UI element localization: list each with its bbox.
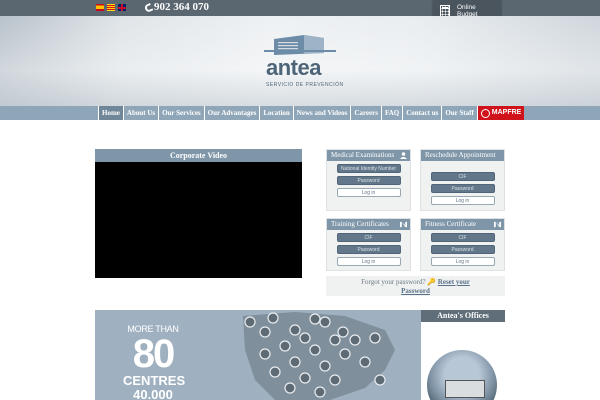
phone-icon [143, 2, 154, 14]
map-centres-label: CENTRES [123, 373, 186, 388]
nav-careers[interactable]: Careers [350, 106, 381, 120]
password-field[interactable]: Password [336, 245, 401, 254]
national-id-field[interactable]: National Identity Number [336, 164, 401, 173]
password-field[interactable]: Password [336, 176, 401, 185]
cif-field[interactable]: CIF [336, 233, 401, 242]
nav-home[interactable]: Home [98, 106, 123, 120]
centres-map[interactable]: MORE THAN 80 CENTRES 40.000 [95, 310, 421, 400]
mapfre-logo-icon [480, 108, 490, 118]
nav-location[interactable]: Location [259, 106, 292, 120]
certificate-icon [400, 221, 407, 228]
nav-our-services[interactable]: Our Services [158, 106, 204, 120]
uk-flag-icon[interactable] [118, 4, 126, 11]
medical-examinations-title: Medical Examinations [331, 151, 395, 159]
password-field[interactable]: Password [430, 184, 495, 193]
phone-number: 902 364 070 [143, 1, 209, 14]
cif-field[interactable]: CIF [430, 172, 495, 181]
main-nav: Home About Us Our Services Our Advantage… [0, 106, 600, 120]
map-centres-count: 80 [132, 332, 176, 376]
login-button[interactable]: Log in [430, 257, 495, 266]
logo-wordmark[interactable]: antea [266, 57, 321, 79]
training-certificates-panel: Training Certificates CIF Password Log i… [326, 218, 411, 271]
nav-about-us[interactable]: About Us [122, 106, 158, 120]
nav-contact-us[interactable]: Contact us [402, 106, 441, 120]
reschedule-appointment-panel: Reschedule Appointment CIF Password Log … [420, 149, 505, 211]
certificate-icon [494, 221, 501, 228]
top-bar: 902 364 070 [0, 0, 600, 16]
reset-password-link[interactable]: Reset your [438, 278, 470, 286]
nav-mapfre[interactable]: MAPFRE [476, 106, 525, 120]
reset-password-link-line2[interactable]: Password [401, 287, 430, 295]
cif-field[interactable]: CIF [430, 233, 495, 242]
nav-our-advantages[interactable]: Our Advantages [203, 106, 260, 120]
logo-building-icon [264, 35, 336, 55]
corporate-video-player[interactable] [95, 162, 302, 278]
fitness-certificate-panel: Fitness Certificate CIF Password Log in [420, 218, 505, 271]
offices-title: Antea's Offices [421, 310, 505, 322]
office-building-photo [427, 350, 497, 400]
login-button[interactable]: Log in [336, 188, 401, 197]
reschedule-appointment-title: Reschedule Appointment [425, 151, 496, 159]
nav-faq[interactable]: FAQ [380, 106, 402, 120]
forgot-password-area: Forgot your password? 🔑 Reset your Passw… [326, 276, 505, 296]
spain-map-icon [243, 312, 395, 400]
fitness-certificate-title: Fitness Certificate [425, 220, 477, 228]
video-title: Corporate Video [95, 149, 302, 162]
login-button[interactable]: Log in [336, 257, 401, 266]
password-field[interactable]: Password [430, 245, 495, 254]
user-icon [400, 152, 407, 159]
logo-subtitle: SERVICIO DE PREVENCIÓN [266, 82, 344, 88]
offices-panel[interactable] [421, 322, 505, 400]
map-second-number: 40.000 [133, 387, 173, 400]
key-icon: 🔑 [427, 278, 437, 286]
training-certificates-title: Training Certificates [331, 220, 389, 228]
catalonia-flag-icon[interactable] [107, 4, 115, 11]
nav-our-staff[interactable]: Our Staff [441, 106, 476, 120]
forgot-password-text: Forgot your password? [361, 278, 426, 286]
spain-flag-icon[interactable] [96, 4, 104, 11]
budget-label-line1: Online [457, 4, 476, 11]
login-button[interactable]: Log in [430, 196, 495, 205]
medical-examinations-panel: Medical Examinations National Identity N… [326, 149, 411, 211]
nav-news-and-videos[interactable]: News and Videos [292, 106, 351, 120]
